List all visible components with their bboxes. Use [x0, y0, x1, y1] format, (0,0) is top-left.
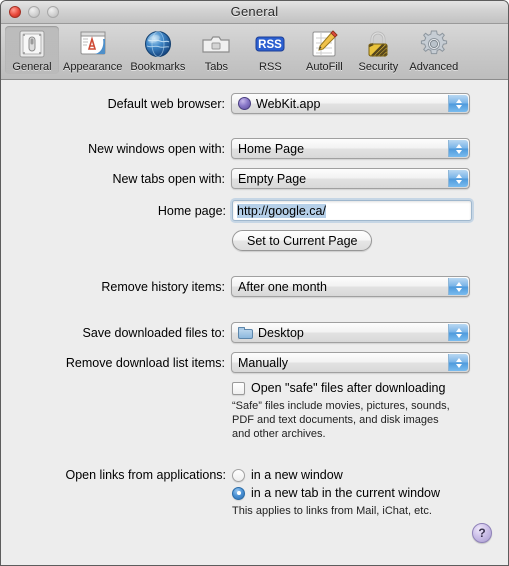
folder-icon	[238, 326, 254, 339]
open-safe-files-note-line-2: PDF and text documents, and disk images	[232, 414, 439, 426]
open-safe-files-note: “Safe” files include movies, pictures, s…	[232, 399, 482, 441]
set-to-current-page-row: Set to Current Page	[232, 230, 373, 251]
radio-new-window[interactable]	[232, 468, 245, 482]
popup-value-default-web-browser: WebKit.app	[256, 96, 321, 111]
popup-arrows-icon[interactable]	[448, 140, 468, 157]
toolbar-item-appearance[interactable]: Appearance	[59, 26, 126, 74]
window-title: General	[230, 4, 279, 19]
svg-text:RSS: RSS	[259, 39, 283, 51]
label-save-downloads: Save downloaded files to:	[82, 325, 226, 340]
open-links-options: in a new window in a new tab in the curr…	[232, 468, 440, 518]
home-page-value: http://google.ca/	[237, 203, 326, 218]
popup-new-windows[interactable]: Home Page	[231, 138, 470, 159]
toolbar-item-advanced[interactable]: Advanced	[405, 26, 462, 74]
rss-icon: RSS	[254, 28, 286, 60]
popup-value-new-tabs: Empty Page	[238, 171, 307, 186]
popup-remove-download-list[interactable]: Manually	[231, 352, 470, 373]
field-save-downloads: Save downloaded files to: Desktop	[1, 322, 470, 343]
toolbar-item-bookmarks[interactable]: Bookmarks	[126, 26, 189, 74]
popup-arrows-icon[interactable]	[448, 95, 468, 112]
toolbar-label-tabs: Tabs	[204, 61, 228, 73]
toolbar-item-tabs[interactable]: Tabs	[189, 26, 243, 74]
toolbar-label-appearance: Appearance	[63, 61, 123, 73]
popup-value-remove-history: After one month	[238, 279, 327, 294]
help-button[interactable]: ?	[472, 523, 492, 543]
field-remove-history: Remove history items: After one month	[1, 276, 470, 297]
toolbar-item-general[interactable]: General	[5, 26, 59, 74]
label-remove-history: Remove history items:	[101, 279, 226, 294]
popup-arrows-icon[interactable]	[448, 354, 468, 371]
tabs-icon	[200, 28, 232, 60]
app-icon	[238, 97, 252, 110]
label-new-tabs: New tabs open with:	[112, 171, 226, 186]
popup-arrows-icon[interactable]	[448, 170, 468, 187]
set-to-current-page-button[interactable]: Set to Current Page	[232, 230, 373, 251]
popup-arrows-icon[interactable]	[448, 278, 468, 295]
toolbar-item-security[interactable]: Security	[351, 26, 405, 74]
field-new-windows: New windows open with: Home Page	[1, 138, 470, 159]
preferences-content: Default web browser: WebKit.app New wind…	[1, 80, 508, 565]
popup-arrows-icon[interactable]	[448, 324, 468, 341]
label-open-links: Open links from applications:	[65, 468, 227, 482]
open-safe-files-checkbox[interactable]	[232, 382, 245, 395]
radio-label-new-window: in a new window	[251, 468, 343, 482]
popup-value-remove-download-list: Manually	[238, 355, 289, 370]
open-safe-files-checkbox-row[interactable]: Open "safe" files after downloading	[232, 381, 482, 395]
label-home-page: Home page:	[157, 203, 226, 218]
popup-value-new-windows: Home Page	[238, 141, 305, 156]
field-new-tabs: New tabs open with: Empty Page	[1, 168, 470, 189]
toolbar-item-autofill[interactable]: AutoFill	[297, 26, 351, 74]
bookmarks-icon	[142, 28, 174, 60]
toolbar-label-general: General	[12, 61, 52, 73]
general-icon	[16, 28, 48, 60]
preferences-window: General General Appearance Bookmarks Tab…	[0, 0, 509, 566]
label-remove-download-list: Remove download list items:	[65, 355, 226, 370]
open-links-note: This applies to links from Mail, iChat, …	[232, 505, 432, 517]
toolbar-label-advanced: Advanced	[409, 61, 459, 73]
toolbar-item-rss[interactable]: RSS RSS	[243, 26, 297, 74]
open-safe-files-group: Open "safe" files after downloading “Saf…	[232, 381, 482, 441]
appearance-icon	[77, 28, 109, 60]
toolbar-label-rss: RSS	[259, 61, 282, 73]
toolbar-label-autofill: AutoFill	[306, 61, 343, 73]
window-titlebar: General	[1, 1, 508, 24]
home-page-input[interactable]: http://google.ca/	[232, 200, 472, 221]
advanced-icon	[418, 28, 450, 60]
open-safe-files-note-line-1: “Safe” files include movies, pictures, s…	[232, 400, 450, 412]
toolbar-label-bookmarks: Bookmarks	[130, 61, 186, 73]
preferences-toolbar: General Appearance Bookmarks Tabs RSS RS…	[1, 24, 508, 80]
open-safe-files-label: Open "safe" files after downloading	[251, 381, 446, 395]
popup-value-save-downloads: Desktop	[258, 325, 304, 340]
field-remove-download-list: Remove download list items: Manually	[1, 352, 470, 373]
field-home-page: Home page: http://google.ca/	[1, 200, 477, 221]
popup-remove-history[interactable]: After one month	[231, 276, 470, 297]
radio-row-new-tab[interactable]: in a new tab in the current window	[232, 486, 440, 500]
radio-row-new-window[interactable]: in a new window	[232, 468, 440, 482]
toolbar-label-security: Security	[358, 61, 399, 73]
security-icon	[362, 28, 394, 60]
radio-label-new-tab: in a new tab in the current window	[251, 486, 440, 500]
field-default-web-browser: Default web browser: WebKit.app	[1, 93, 470, 114]
autofill-icon	[308, 28, 340, 60]
popup-new-tabs[interactable]: Empty Page	[231, 168, 470, 189]
label-new-windows: New windows open with:	[88, 141, 226, 156]
popup-save-downloads[interactable]: Desktop	[231, 322, 470, 343]
label-default-web-browser: Default web browser:	[107, 96, 226, 111]
radio-new-tab[interactable]	[232, 486, 245, 500]
open-safe-files-note-line-3: and other archives.	[232, 428, 326, 440]
popup-default-web-browser[interactable]: WebKit.app	[231, 93, 470, 114]
